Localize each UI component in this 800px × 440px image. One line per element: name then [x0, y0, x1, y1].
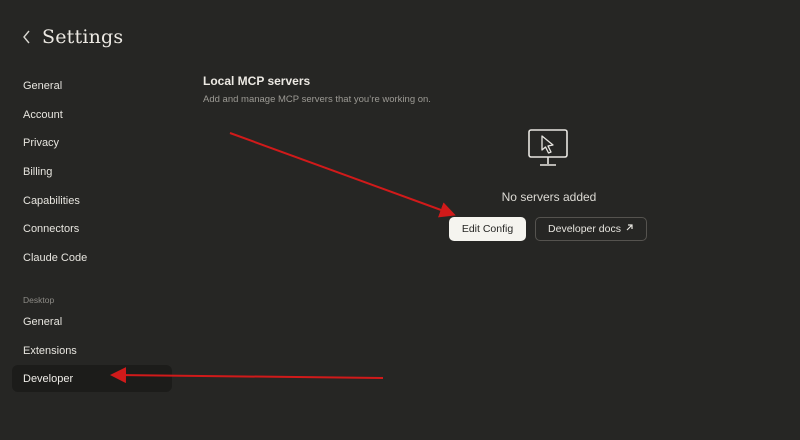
sidebar-item-label: Claude Code	[23, 251, 88, 264]
page-title: Settings	[42, 26, 124, 48]
section-title: Local MCP servers	[203, 74, 311, 88]
sidebar-item-desktop-general[interactable]: General	[12, 308, 172, 337]
chevron-left-icon[interactable]	[22, 27, 34, 47]
external-arrow-icon	[625, 223, 634, 235]
empty-state-text: No servers added	[501, 190, 597, 204]
sidebar-item-label: Billing	[23, 166, 53, 179]
sidebar-item-billing[interactable]: Billing	[12, 158, 172, 187]
sidebar-item-connectors[interactable]: Connectors	[12, 215, 172, 244]
monitor-cursor-icon	[527, 128, 571, 175]
sidebar-item-extensions[interactable]: Extensions	[12, 337, 172, 366]
sidebar-item-developer[interactable]: Developer	[12, 365, 172, 393]
sidebar-item-label: Developer	[23, 372, 74, 385]
sidebar: General Account Privacy Billing Capabili…	[12, 72, 172, 310]
sidebar-desktop-group: General Extensions Developer	[12, 308, 172, 393]
sidebar-item-label: General	[23, 316, 63, 329]
sidebar-item-general[interactable]: General	[12, 72, 172, 101]
sidebar-item-label: Privacy	[23, 137, 60, 150]
sidebar-item-privacy[interactable]: Privacy	[12, 129, 172, 158]
edit-config-button[interactable]: Edit Config	[449, 217, 526, 241]
developer-docs-label: Developer docs	[548, 223, 621, 235]
sidebar-item-label: Connectors	[23, 223, 80, 236]
sidebar-item-label: General	[23, 80, 63, 93]
section-description: Add and manage MCP servers that you’re w…	[203, 94, 431, 105]
developer-docs-button[interactable]: Developer docs	[535, 217, 647, 241]
header: Settings	[22, 26, 123, 48]
annotation-arrow-to-edit-config	[229, 132, 456, 218]
sidebar-item-label: Extensions	[23, 344, 77, 357]
sidebar-item-account[interactable]: Account	[12, 101, 172, 130]
sidebar-item-label: Account	[23, 108, 63, 121]
sidebar-item-claude-code[interactable]: Claude Code	[12, 244, 172, 273]
main-content: Local MCP servers Add and manage MCP ser…	[203, 74, 431, 105]
sidebar-item-capabilities[interactable]: Capabilities	[12, 186, 172, 215]
sidebar-item-label: Capabilities	[23, 194, 80, 207]
